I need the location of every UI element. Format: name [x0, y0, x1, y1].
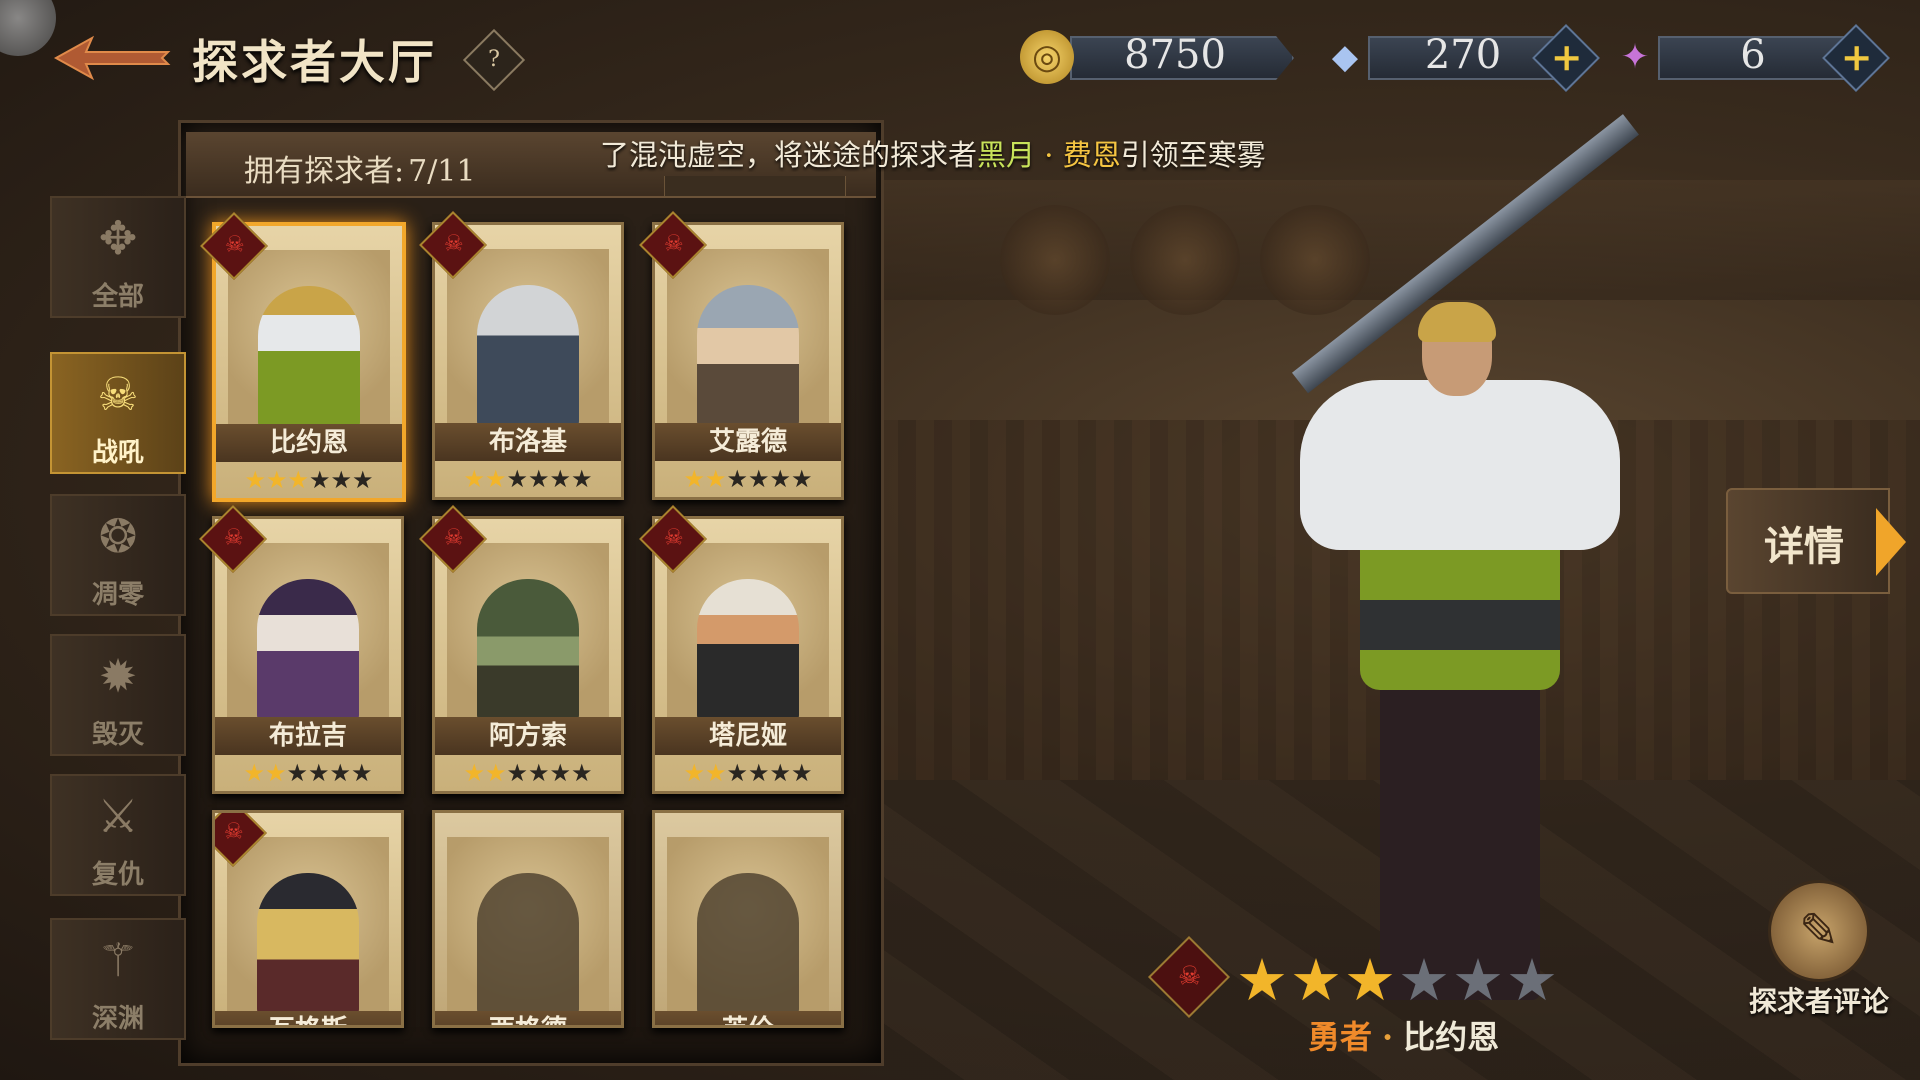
gold-amount: 8750 — [1124, 32, 1226, 78]
hero-name: 布洛基 — [435, 423, 621, 461]
hero-card-vargas[interactable]: ☠ 瓦格斯 — [212, 810, 404, 1028]
hero-portrait — [667, 249, 829, 429]
hero-card-sigurd-locked[interactable]: 西格德 — [432, 810, 624, 1028]
hero-card-fulun-locked[interactable]: 芙伦 — [652, 810, 844, 1028]
category-label: 战吼 — [91, 438, 144, 468]
ruin-icon: ✹ — [98, 649, 138, 703]
all-icon: ✥ — [98, 211, 138, 265]
review-label: 探求者评论 — [1748, 985, 1889, 1018]
category-tab-ruin[interactable]: ✹ 毁灭 — [50, 634, 186, 756]
add-diamond-button[interactable]: + — [1532, 24, 1600, 92]
detail-button[interactable]: 详情 — [1726, 488, 1906, 594]
hero-name: 布拉吉 — [215, 717, 401, 755]
owned-count: 7/11 — [408, 154, 476, 189]
crystal-counter: ✦ 6 + — [1608, 24, 1908, 92]
category-label: 复仇 — [91, 860, 144, 890]
hero-stars: ★★★★★★ — [683, 759, 813, 787]
back-arrow-icon[interactable] — [52, 34, 172, 82]
hero-silhouette — [667, 837, 829, 1017]
hero-card-eluned[interactable]: ☠ 艾露德 ★★★★★★ — [639, 211, 844, 500]
category-label: 深渊 — [91, 1004, 144, 1034]
hero-card-alfonso[interactable]: ☠ 阿方索 ★★★★★★ — [419, 505, 624, 794]
abyss-icon: ⚚ — [97, 933, 139, 987]
hero-card-bjorn[interactable]: ☠ 比约恩 ★★★★★★ — [200, 212, 406, 502]
category-label: 毁灭 — [91, 720, 144, 750]
hero-stars: ★★★★★★ — [683, 465, 813, 493]
ticker-name-a: 黑月 — [977, 138, 1036, 172]
hero-stars: ★★★★★★ — [243, 759, 373, 787]
hero-portrait — [227, 543, 389, 723]
add-crystal-button[interactable]: + — [1822, 24, 1890, 92]
hero-portrait — [667, 543, 829, 723]
hero-portrait — [227, 837, 389, 1017]
diamond-icon: ◆ — [1331, 37, 1359, 77]
selected-hero-stars: ★★★★★★ — [1236, 946, 1560, 1014]
scroll-quill-icon: ✎ — [1768, 880, 1870, 982]
hero-name: 西格德 — [435, 1011, 621, 1025]
detail-label: 详情 — [1764, 523, 1844, 570]
system-menu-button[interactable] — [0, 0, 56, 56]
category-label: 全部 — [91, 282, 144, 312]
category-tab-revenge[interactable]: ⚔ 复仇 — [50, 774, 186, 896]
hero-card-bragi[interactable]: ☠ 布拉吉 ★★★★★★ — [199, 505, 404, 794]
owned-label: 拥有探求者: — [244, 154, 405, 189]
background-barrel — [1000, 205, 1110, 315]
ticker-dot: · — [1044, 138, 1054, 172]
chevron-right-icon — [1876, 508, 1906, 576]
hero-silhouette — [447, 837, 609, 1017]
question-icon: ? — [488, 47, 500, 72]
hero-name: 芙伦 — [655, 1011, 841, 1025]
hero-card-brokki[interactable]: ☠ 布洛基 ★★★★★★ — [419, 211, 624, 500]
hero-name: 比约恩 — [216, 424, 402, 462]
selected-hero-model[interactable] — [1200, 114, 1720, 1000]
help-button[interactable]: ? — [462, 28, 526, 92]
hero-body — [1300, 302, 1620, 1000]
hero-portrait — [447, 249, 609, 429]
category-tab-abyss[interactable]: ⚚ 深渊 — [50, 918, 186, 1040]
category-tab-wither[interactable]: ❂ 凋零 — [50, 494, 186, 616]
gold-coin-icon: ◎ — [1020, 30, 1074, 84]
hero-portrait — [228, 250, 390, 430]
ticker-text-end: 引领至寒雾 — [1120, 138, 1266, 172]
revenge-icon: ⚔ — [97, 789, 139, 843]
owned-count-label: 拥有探求者: 7/11 — [244, 146, 475, 190]
category-tab-warcry[interactable]: ☠ 战吼 — [50, 352, 186, 474]
hero-stars: ★★★★★★ — [244, 466, 374, 494]
hero-review-button[interactable]: ✎ 探求者评论 — [1740, 880, 1890, 1020]
hero-name: 阿方索 — [435, 717, 621, 755]
hero-name: 瓦格斯 — [215, 1011, 401, 1025]
hero-name: 塔尼娅 — [655, 717, 841, 755]
hero-portrait — [447, 543, 609, 723]
crystal-amount: 6 — [1740, 32, 1766, 78]
crystal-icon: ✦ — [1620, 37, 1650, 77]
ticker-text: 了混沌虚空，将迷途的探求者 — [600, 138, 978, 172]
category-label: 凋零 — [91, 580, 144, 610]
hero-name: 艾露德 — [655, 423, 841, 461]
ticker-name-b: 费恩 — [1062, 138, 1121, 172]
hero-card-tanya[interactable]: ☠ 塔尼娅 ★★★★★★ — [639, 505, 844, 794]
category-tab-all[interactable]: ✥ 全部 — [50, 196, 186, 318]
warcry-icon: ☠ — [97, 367, 139, 421]
selected-hero-name: 勇者 · 比约恩 — [1308, 1012, 1499, 1058]
news-ticker: 了混沌虚空，将迷途的探求者黑月 · 费恩引领至寒雾 — [600, 132, 1300, 172]
hero-stars: ★★★★★★ — [463, 759, 593, 787]
page-title: 探求者大厅 — [192, 35, 437, 89]
name-separator: · — [1382, 1018, 1394, 1056]
diamond-counter: ◆ 270 + — [1318, 24, 1618, 92]
hero-name: 比约恩 — [1403, 1018, 1500, 1056]
plus-icon: + — [1550, 34, 1583, 80]
hero-class-title: 勇者 — [1308, 1018, 1373, 1056]
diamond-amount: 270 — [1424, 32, 1502, 78]
hero-stars: ★★★★★★ — [463, 465, 593, 493]
gold-counter: ◎ 8750 — [1020, 30, 1294, 84]
plus-icon: + — [1840, 34, 1873, 80]
filter-tab[interactable] — [664, 176, 846, 197]
wither-icon: ❂ — [98, 509, 138, 563]
